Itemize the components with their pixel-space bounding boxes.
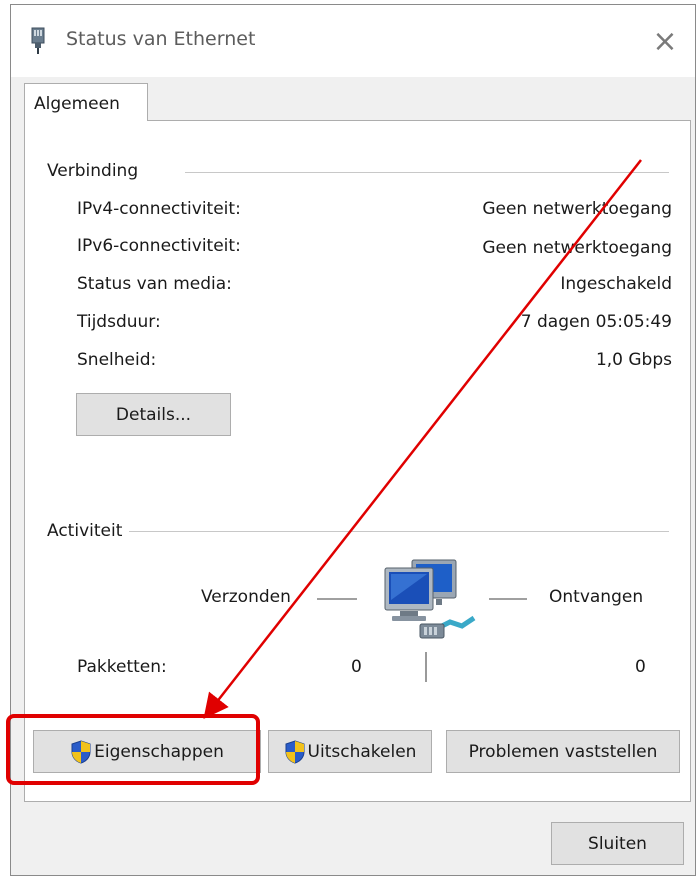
disable-button[interactable]: Uitschakelen bbox=[268, 730, 432, 773]
properties-button[interactable]: Eigenschappen bbox=[33, 730, 261, 773]
close-window-button[interactable]: × bbox=[635, 5, 695, 77]
packets-separator bbox=[425, 652, 427, 682]
ipv4-value: Geen netwerktoegang bbox=[482, 199, 672, 219]
ethernet-status-dialog: Status van Ethernet × Algemeen Verbindin… bbox=[10, 4, 696, 876]
network-computers-icon bbox=[384, 559, 476, 639]
close-button[interactable]: Sluiten bbox=[551, 822, 684, 865]
tab-general[interactable]: Algemeen bbox=[24, 83, 148, 121]
general-panel: Verbinding IPv4-connectiviteit: Geen net… bbox=[24, 120, 691, 802]
ipv6-value: Geen netwerktoegang bbox=[482, 238, 672, 258]
title-bar: Status van Ethernet × bbox=[11, 5, 695, 77]
connection-group-label: Verbinding bbox=[47, 161, 143, 181]
properties-button-label: Eigenschappen bbox=[94, 741, 224, 762]
activity-divider bbox=[129, 531, 669, 532]
duration-value: 7 dagen 05:05:49 bbox=[520, 312, 672, 332]
ipv4-label: IPv4-connectiviteit: bbox=[77, 199, 241, 219]
speed-value: 1,0 Gbps bbox=[595, 350, 672, 370]
details-button[interactable]: Details... bbox=[76, 393, 231, 436]
speed-label: Snelheid: bbox=[77, 350, 157, 370]
diagnose-button[interactable]: Problemen vaststellen bbox=[446, 730, 680, 773]
received-label: Ontvangen bbox=[549, 587, 644, 607]
activity-group-label: Activiteit bbox=[47, 521, 127, 541]
received-line bbox=[489, 598, 527, 600]
media-status-value: Ingeschakeld bbox=[560, 274, 672, 294]
uac-shield-icon bbox=[71, 739, 91, 764]
duration-label: Tijdsduur: bbox=[77, 312, 161, 332]
sent-line bbox=[317, 598, 357, 600]
packets-received-value: 0 bbox=[635, 657, 646, 677]
packets-label: Pakketten: bbox=[77, 657, 167, 677]
window-title: Status van Ethernet bbox=[66, 28, 256, 50]
uac-shield-icon bbox=[285, 739, 305, 764]
ethernet-plug-icon bbox=[31, 27, 45, 54]
disable-button-label: Uitschakelen bbox=[307, 741, 417, 762]
media-status-label: Status van media: bbox=[77, 274, 232, 294]
connection-divider bbox=[185, 172, 669, 173]
sent-label: Verzonden bbox=[201, 587, 291, 607]
packets-sent-value: 0 bbox=[351, 657, 362, 677]
tab-strip: Algemeen bbox=[11, 77, 695, 121]
ipv6-label: IPv6-connectiviteit: bbox=[77, 236, 241, 256]
